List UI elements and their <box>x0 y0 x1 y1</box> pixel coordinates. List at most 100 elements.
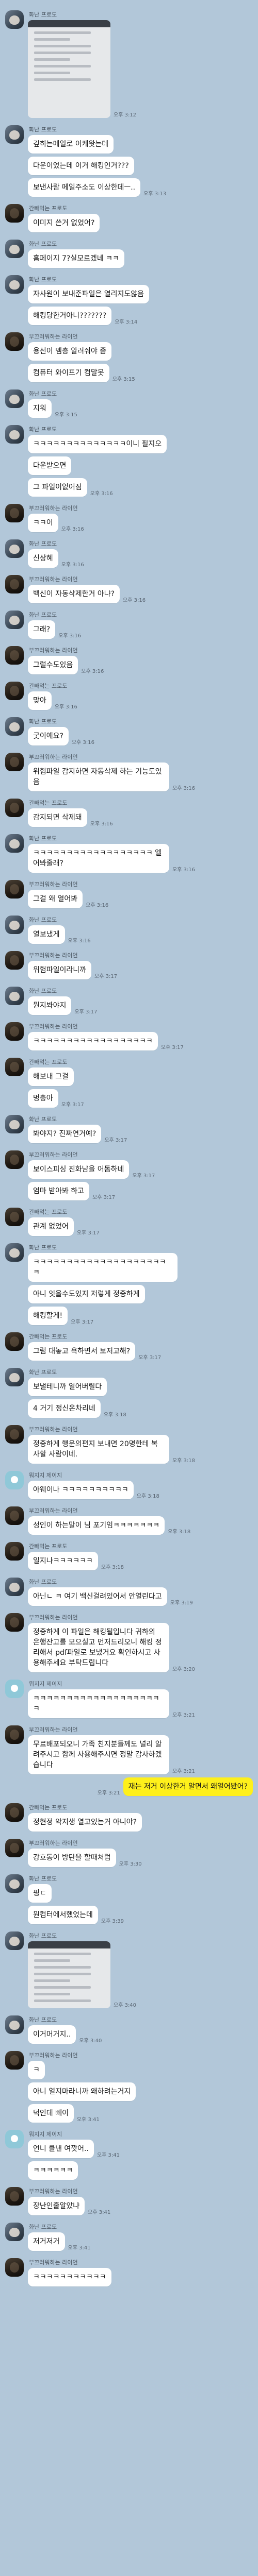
message-bubble[interactable]: ㅋㅋㅋㅋㅋㅋㅋㅋㅋㅋㅋㅋㅋㅋㅋㅋㅋㅋ 엘어봐줄래? <box>28 844 169 873</box>
message-bubble[interactable]: 맞아 <box>28 691 52 710</box>
avatar[interactable] <box>5 539 24 558</box>
message-bubble[interactable]: ㅋㅋ이 <box>28 514 58 532</box>
message-bubble[interactable]: 지워 <box>28 399 52 418</box>
avatar[interactable] <box>5 2258 24 2277</box>
message-bubble[interactable]: 백신이 자동삭제한거 아냐? <box>28 585 120 603</box>
message-bubble[interactable]: 아니 열지마라니까 왜하려는거지 <box>28 2082 136 2101</box>
avatar[interactable] <box>5 682 24 700</box>
message-bubble[interactable]: 위험파일이라니까 <box>28 961 92 979</box>
message-bubble[interactable]: 그 파일이없어짐 <box>28 478 87 497</box>
avatar[interactable] <box>5 1578 24 1596</box>
avatar[interactable] <box>5 1839 24 1857</box>
message-bubble[interactable]: 핑ㄷ <box>28 1884 52 1903</box>
avatar[interactable] <box>5 10 24 29</box>
avatar[interactable] <box>5 240 24 258</box>
avatar[interactable] <box>5 1115 24 1133</box>
avatar[interactable] <box>5 799 24 817</box>
message-bubble[interactable]: ㅋㅋㅋㅋㅋㅋㅋㅋㅋㅋㅋㅋㅋㅋ이니 필지오 <box>28 435 167 453</box>
message-bubble[interactable]: 해킹당한거아니??????? <box>28 307 112 325</box>
message-bubble[interactable]: 이미지 쓴거 없었어? <box>28 214 100 232</box>
message-bubble[interactable]: 엄마 받아봐 하고 <box>28 1182 90 1200</box>
avatar[interactable] <box>5 504 24 522</box>
avatar[interactable] <box>5 2187 24 2206</box>
message-bubble[interactable]: 재는 저거 이상한거 알면서 왜열어봤어? <box>123 1777 253 1796</box>
avatar[interactable] <box>5 2015 24 2034</box>
message-bubble[interactable]: 장난인줄알았냐 <box>28 2197 85 2215</box>
avatar[interactable] <box>5 1150 24 1169</box>
message-bubble[interactable]: ㅋㅋㅋㅋㅋㅋㅋㅋㅋㅋㅋ <box>28 2268 111 2286</box>
message-bubble[interactable]: 정중하게 이 파일은 해킹될입니다 귀하의 은행잔고를 모으실고 먼저드리오니 … <box>28 1623 169 1672</box>
shared-photo[interactable] <box>28 20 110 118</box>
message-bubble[interactable]: 깊히는메일로 이케왓는데 <box>28 135 114 154</box>
message-bubble[interactable]: 감지되면 삭제돼 <box>28 808 87 827</box>
message-bubble[interactable]: 뭔지봐야지 <box>28 996 72 1015</box>
avatar[interactable] <box>5 1803 24 1822</box>
avatar[interactable] <box>5 575 24 594</box>
avatar[interactable] <box>5 1425 24 1444</box>
message-bubble[interactable]: 이거머거지.. <box>28 2025 76 2044</box>
message-bubble[interactable]: 그럴수도있음 <box>28 656 78 674</box>
message-bubble[interactable]: 아니 잇을수도있지 저렇게 정중하게 <box>28 1285 145 1303</box>
avatar[interactable] <box>5 1332 24 1351</box>
avatar[interactable] <box>5 1243 24 1262</box>
message-bubble[interactable]: 일지나ㅋㅋㅋㅋㅋㅋ <box>28 1552 98 1570</box>
avatar[interactable] <box>5 1022 24 1041</box>
avatar[interactable] <box>5 951 24 970</box>
message-bubble[interactable]: ㅋㅋㅋㅋㅋㅋㅋㅋㅋㅋㅋㅋㅋㅋㅋㅋㅋㅋㅋㅋ <box>28 1689 169 1718</box>
shared-photo[interactable] <box>28 1941 110 2008</box>
avatar[interactable] <box>5 1368 24 1386</box>
message-bubble[interactable]: ㅋㅋㅋㅋㅋㅋㅋㅋㅋㅋㅋㅋㅋㅋㅋㅋㅋㅋ <box>28 1032 158 1050</box>
avatar[interactable] <box>5 646 24 665</box>
avatar[interactable] <box>5 1506 24 1525</box>
avatar[interactable] <box>5 880 24 899</box>
message-bubble[interactable]: 해보내 그걸 <box>28 1067 74 1086</box>
message-bubble[interactable]: 4 거기 정신온차리네 <box>28 1399 101 1418</box>
avatar[interactable] <box>5 2223 24 2241</box>
message-bubble[interactable]: 그걸 왜 열어봐 <box>28 890 83 908</box>
message-bubble[interactable]: 저거저거 <box>28 2232 65 2251</box>
message-bubble[interactable]: ㅋㅋㅋㅋㅋㅋ <box>28 2161 78 2180</box>
avatar[interactable] <box>5 834 24 853</box>
message-bubble[interactable]: 강호동이 방탄을 할때처럼 <box>28 1849 116 1867</box>
message-bubble[interactable]: 보낼테니까 열어버릴다 <box>28 1378 107 1396</box>
message-bubble[interactable]: 보이스피싱 진화냠을 어돔하네 <box>28 1160 130 1179</box>
message-bubble[interactable]: 성인이 하는말이 님 포기임ㅋㅋㅋㅋㅋㅋㅋ <box>28 1516 165 1535</box>
message-bubble[interactable]: 뭔컴터에서했었는데 <box>28 1906 98 1924</box>
message-bubble[interactable]: 열보냈게 <box>28 925 65 944</box>
avatar[interactable] <box>5 1725 24 1744</box>
message-bubble[interactable]: 굿이예요? <box>28 727 69 745</box>
avatar[interactable] <box>5 2051 24 2070</box>
message-bubble[interactable]: 정중하게 행운의편지 보내면 20명한테 복사할 사람이네. <box>28 1435 169 1464</box>
message-bubble[interactable]: 무료배포되오니 가족 친지분들께도 널리 알려주시고 함께 사용해주시면 정말 … <box>28 1735 169 1774</box>
avatar[interactable] <box>5 1208 24 1226</box>
avatar[interactable] <box>5 2130 24 2148</box>
message-bubble[interactable]: 정현정 악지생 열고있는거 아니야? <box>28 1813 142 1832</box>
message-bubble[interactable]: 그럼 대놓고 욕하면서 보저고해? <box>28 1342 136 1361</box>
avatar[interactable] <box>5 1680 24 1698</box>
message-bubble[interactable]: 봐야지? 진짜연거예? <box>28 1125 102 1143</box>
message-bubble[interactable]: 다운받으면 <box>28 456 72 475</box>
avatar[interactable] <box>5 916 24 934</box>
message-bubble[interactable]: ㅋ <box>28 2061 45 2079</box>
avatar[interactable] <box>5 1471 24 1489</box>
message-bubble[interactable]: 아웨이나 ㅋㅋㅋㅋㅋㅋㅋㅋㅋㅋ <box>28 1481 134 1499</box>
avatar[interactable] <box>5 204 24 223</box>
avatar[interactable] <box>5 1874 24 1893</box>
message-bubble[interactable]: 위험파일 감지하면 자동삭제 하는 기능도있음 <box>28 762 169 791</box>
message-bubble[interactable]: 관계 없었어 <box>28 1217 74 1236</box>
avatar[interactable] <box>5 125 24 144</box>
avatar[interactable] <box>5 425 24 444</box>
avatar[interactable] <box>5 1931 24 1950</box>
message-bubble[interactable]: 다운이었는데 이거 해킹인거??? <box>28 157 134 175</box>
message-bubble[interactable]: 컴퓨터 와이프기 컴말못 <box>28 364 109 382</box>
message-bubble[interactable]: 그래? <box>28 620 56 639</box>
message-bubble[interactable]: 멍층아 <box>28 1089 58 1108</box>
avatar[interactable] <box>5 332 24 351</box>
message-bubble[interactable]: 덕인데 뻬이 <box>28 2104 74 2123</box>
avatar[interactable] <box>5 987 24 1005</box>
avatar[interactable] <box>5 1613 24 1632</box>
message-bubble[interactable]: 해킹할게! <box>28 1307 68 1325</box>
avatar[interactable] <box>5 753 24 771</box>
avatar[interactable] <box>5 611 24 629</box>
message-bubble[interactable]: 용선이 멤층 알려줘야 좀 <box>28 342 112 361</box>
